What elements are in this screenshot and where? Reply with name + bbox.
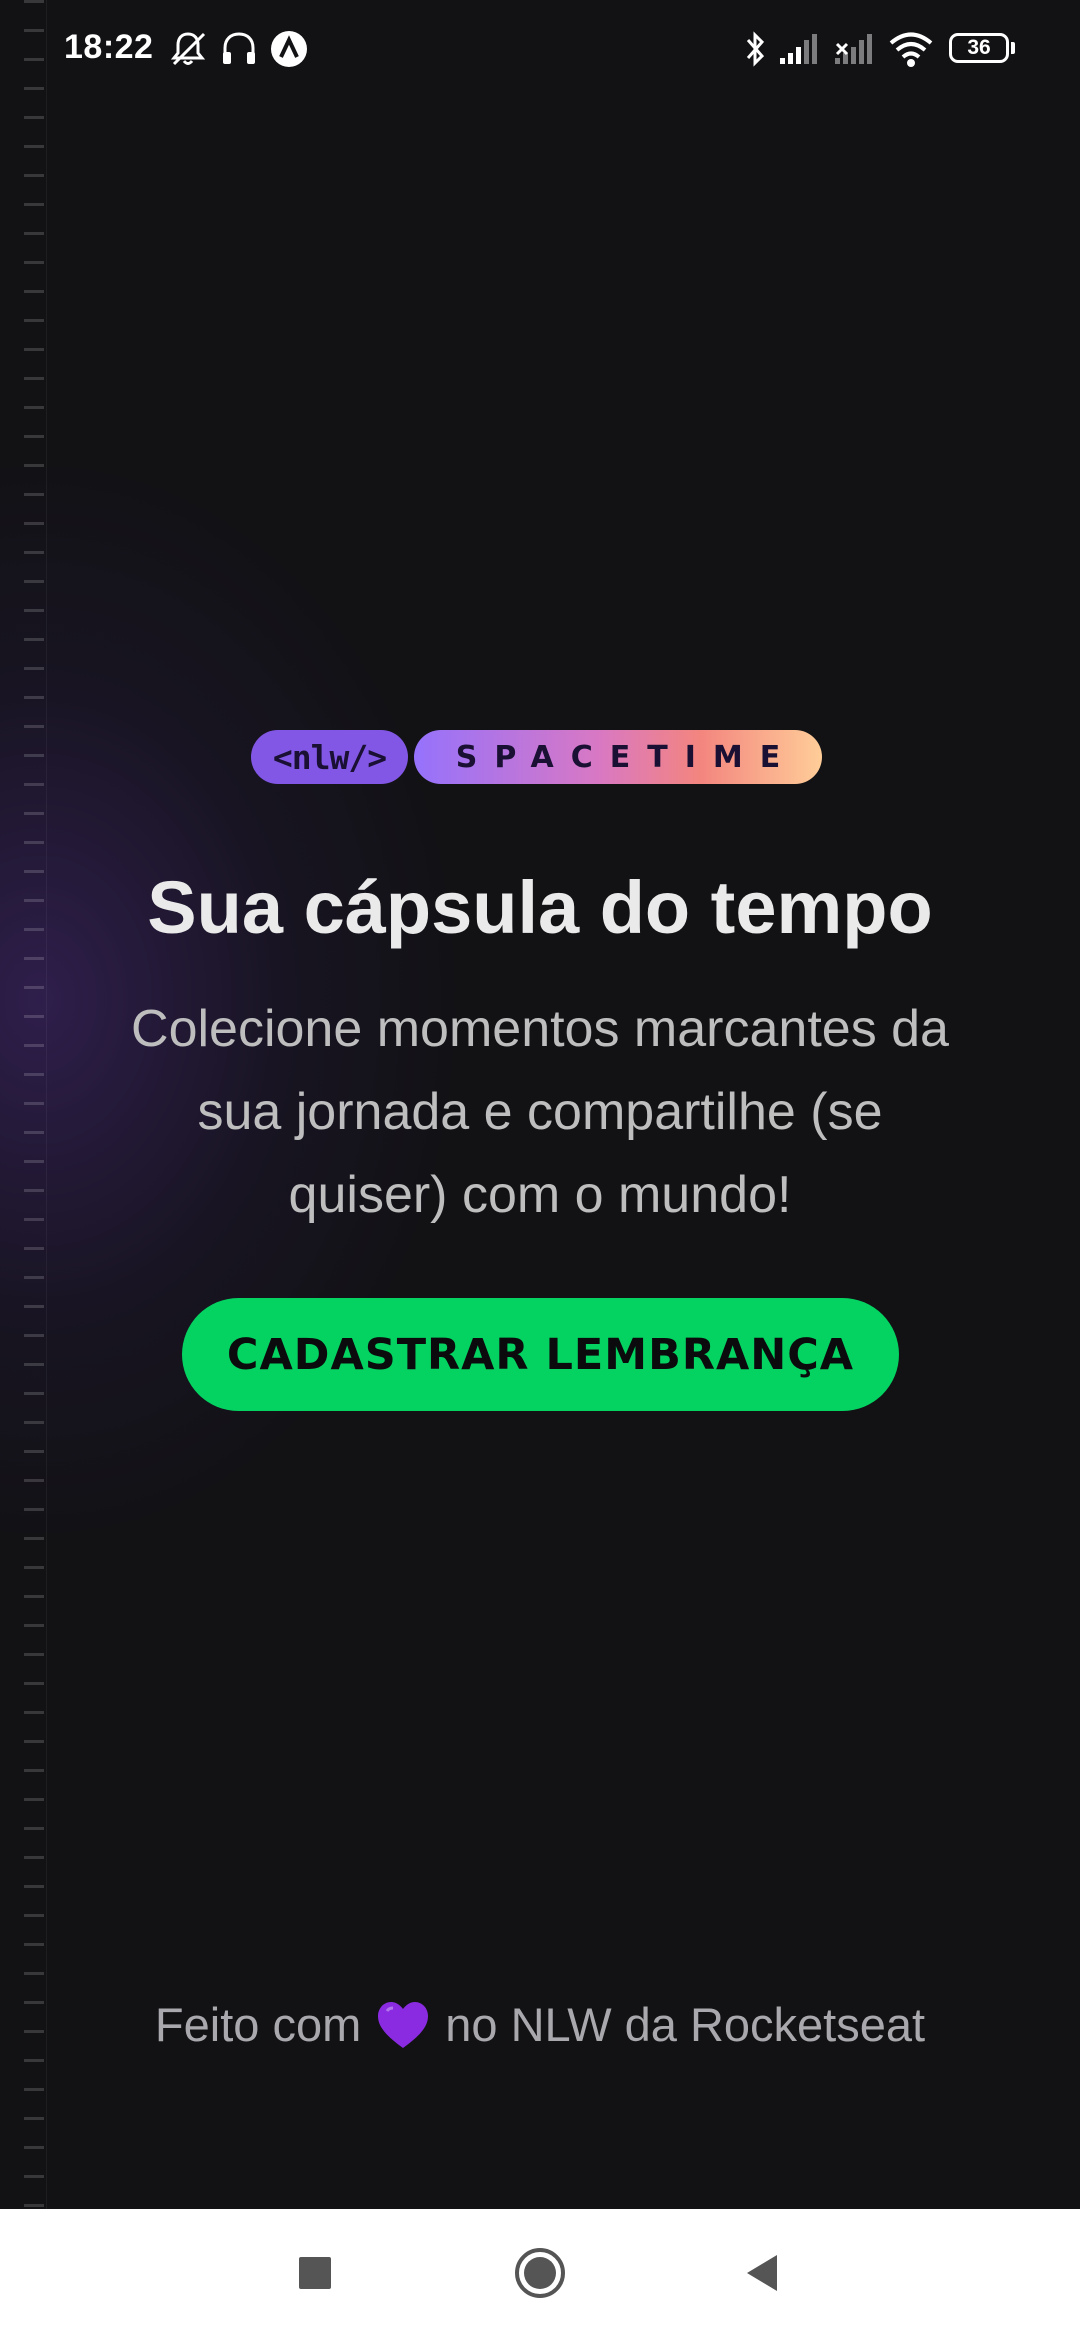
wifi-icon bbox=[889, 32, 933, 67]
recents-button[interactable] bbox=[275, 2233, 355, 2313]
nlw-spacetime-logo: <nlw/> SPACETIME bbox=[251, 730, 822, 784]
screen: 18:22 36 <nlw/> SPACETIME Sua cápsula do… bbox=[0, 0, 1080, 2340]
register-memory-button[interactable]: CADASTRAR LEMBRANÇA bbox=[182, 1298, 899, 1411]
triangle-back-icon bbox=[747, 2255, 777, 2291]
circle-icon bbox=[515, 2248, 565, 2298]
register-memory-button-label: CADASTRAR LEMBRANÇA bbox=[226, 1329, 855, 1380]
headphones-icon bbox=[223, 32, 255, 64]
square-icon bbox=[299, 2257, 331, 2289]
footer: Feito com no NLW da Rocketseat bbox=[0, 1995, 1080, 2055]
signal-off-icon bbox=[835, 34, 872, 64]
signal-icon bbox=[780, 34, 817, 64]
page-subtitle: Colecione momentos marcantes da sua jorn… bbox=[131, 1000, 949, 1224]
page-title: Sua cápsula do tempo bbox=[147, 866, 933, 949]
battery-tip bbox=[1011, 42, 1015, 54]
app-badge-icon bbox=[271, 31, 307, 67]
logo-nlw-pill: <nlw/> bbox=[251, 730, 408, 784]
back-button[interactable] bbox=[722, 2233, 802, 2313]
app-area: 18:22 36 <nlw/> SPACETIME Sua cápsula do… bbox=[0, 0, 1080, 2209]
battery-level: 36 bbox=[967, 36, 991, 59]
system-navigation-bar bbox=[0, 2209, 1080, 2340]
purple-heart-icon bbox=[378, 2002, 429, 2048]
footer-text-before: Feito com bbox=[154, 1998, 362, 2051]
battery-icon: 36 bbox=[949, 33, 1009, 63]
footer-text-after: no NLW da Rocketseat bbox=[445, 1998, 926, 2051]
stripe-divider bbox=[46, 0, 47, 2209]
left-stripes-decoration bbox=[24, 0, 44, 2209]
bluetooth-icon bbox=[746, 31, 765, 67]
status-bar: 18:22 36 bbox=[0, 0, 1080, 100]
home-button[interactable] bbox=[500, 2233, 580, 2313]
status-time: 18:22 bbox=[64, 28, 154, 66]
logo-spacetime-pill: SPACETIME bbox=[414, 730, 822, 784]
notifications-off-icon bbox=[170, 32, 206, 66]
